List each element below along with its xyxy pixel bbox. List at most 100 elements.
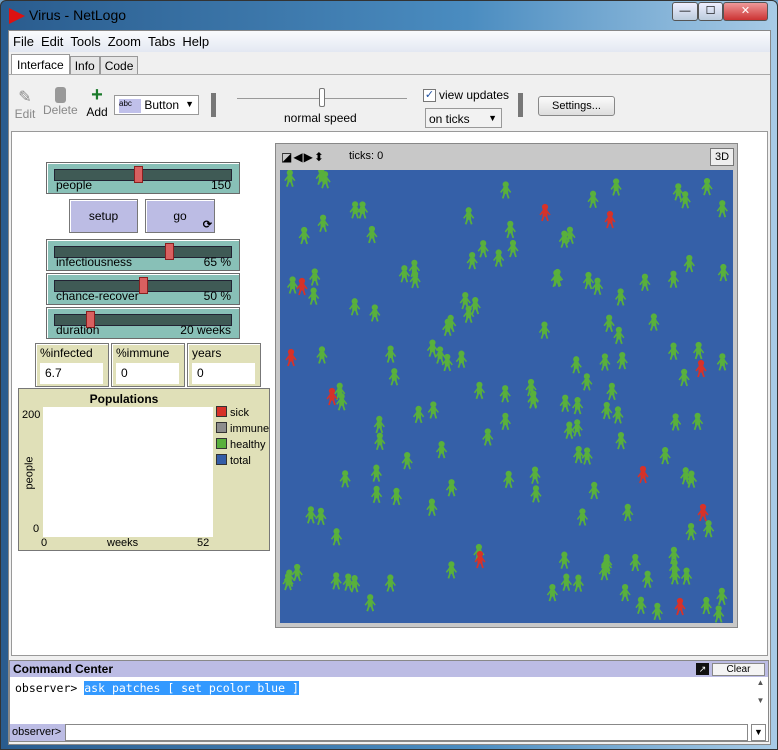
healthy-person: [659, 446, 671, 465]
healthy-person: [426, 498, 438, 516]
speed-slider-knob[interactable]: [319, 88, 325, 107]
immune-monitor: %immune 0: [111, 343, 185, 387]
healthy-person: [364, 594, 376, 612]
legend-item: healthy: [216, 438, 269, 454]
healthy-person: [412, 405, 425, 424]
zoom-icon[interactable]: ◪: [281, 150, 293, 164]
healthy-person: [499, 385, 511, 403]
tab-info[interactable]: Info: [69, 56, 100, 75]
healthy-person: [463, 305, 475, 323]
slider-knob[interactable]: [164, 243, 174, 260]
healthy-person: [716, 353, 728, 371]
add-label: Add: [86, 105, 108, 119]
command-input[interactable]: [65, 724, 748, 741]
setup-button[interactable]: setup: [69, 199, 138, 233]
healthy-person: [315, 507, 327, 526]
go-button[interactable]: go ⟳: [145, 199, 215, 233]
healthy-person: [591, 277, 604, 296]
infected-monitor: %infected 6.7: [35, 343, 109, 387]
healthy-person: [680, 567, 693, 585]
healthy-person: [435, 440, 448, 459]
healthy-person: [685, 522, 697, 541]
menu-file[interactable]: File: [9, 31, 37, 49]
sick-person: [326, 387, 338, 406]
expand-icon[interactable]: ↗: [696, 663, 709, 675]
healthy-person: [572, 574, 584, 592]
clear-button[interactable]: Clear: [712, 663, 765, 676]
healthy-person: [571, 396, 584, 415]
speed-slider[interactable]: [237, 88, 407, 107]
healthy-person: [648, 313, 660, 331]
menu-edit[interactable]: Edit: [37, 31, 66, 49]
history-dropdown-icon[interactable]: ▼: [751, 724, 766, 741]
menu-tools[interactable]: Tools: [66, 31, 103, 49]
healthy-person: [469, 296, 481, 315]
healthy-person: [384, 574, 396, 592]
edit-button[interactable]: ✎ Edit: [13, 87, 37, 121]
widget-type-select[interactable]: abc Button ▼: [114, 95, 199, 115]
update-mode-value: on ticks: [429, 112, 470, 126]
healthy-person: [455, 350, 468, 368]
slider-knob[interactable]: [133, 166, 143, 183]
healthy-person: [573, 445, 585, 464]
healthy-person: [286, 276, 299, 294]
chevron-down-icon: ▼: [488, 113, 497, 123]
infectiousness-slider[interactable]: infectiousness 65 %: [46, 239, 240, 271]
delete-button[interactable]: Delete: [43, 87, 78, 117]
healthy-person: [678, 368, 690, 387]
command-center-header: Command Center ↗ Clear: [10, 661, 768, 677]
healthy-person: [349, 298, 361, 316]
settings-button[interactable]: Settings...: [538, 96, 615, 116]
healthy-person: [599, 353, 611, 371]
slider-value: 50 %: [203, 289, 231, 303]
slider-knob[interactable]: [139, 277, 148, 294]
history-command[interactable]: ask patches [ set pcolor blue ]: [84, 681, 299, 695]
tab-interface[interactable]: Interface: [11, 54, 70, 75]
tab-code[interactable]: Code: [99, 56, 139, 75]
slider-label: chance-recover: [56, 289, 139, 303]
menu-zoom[interactable]: Zoom: [104, 31, 144, 49]
view-updates-checkbox[interactable]: ✓: [423, 89, 436, 102]
populations-plot: Populations 200 0 people 0 weeks 52 sick…: [18, 388, 270, 551]
maximize-button[interactable]: ☐: [698, 2, 723, 21]
healthy-person: [619, 583, 631, 602]
legend-item: total: [216, 454, 269, 470]
healthy-person: [588, 481, 600, 500]
healthy-person: [615, 431, 627, 450]
world-view: ◪◀▶⬍ ticks: 0 3D: [275, 143, 738, 628]
left-right-arrows-icon[interactable]: ◀▶: [293, 150, 313, 164]
healthy-person: [683, 254, 695, 273]
healthy-person: [670, 413, 682, 431]
healthy-person: [373, 415, 385, 434]
chance-recover-slider[interactable]: chance-recover 50 %: [46, 273, 240, 305]
3d-button[interactable]: 3D: [710, 148, 734, 166]
slider-value: 20 weeks: [180, 323, 231, 337]
healthy-person: [582, 271, 595, 290]
trash-icon: [54, 87, 66, 103]
minimize-button[interactable]: —: [672, 2, 698, 21]
healthy-person: [716, 200, 728, 218]
monitor-label: %infected: [40, 346, 93, 360]
healthy-person: [388, 368, 400, 386]
healthy-person: [610, 178, 622, 196]
sick-person: [285, 348, 297, 367]
up-down-arrows-icon[interactable]: ⬍: [314, 150, 325, 164]
menu-tabs[interactable]: Tabs: [144, 31, 178, 49]
close-button[interactable]: ✕: [723, 2, 768, 21]
window-title: Virus - NetLogo: [29, 7, 127, 23]
healthy-person: [369, 304, 381, 322]
healthy-person: [463, 207, 475, 225]
history-scrollbar[interactable]: ▲ ▼: [753, 678, 768, 724]
monitor-label: %immune: [116, 346, 170, 360]
world-canvas[interactable]: [280, 170, 733, 623]
duration-slider[interactable]: duration 20 weeks: [46, 307, 240, 339]
people-slider[interactable]: people 150: [46, 162, 240, 194]
update-mode-select[interactable]: on ticks ▼: [425, 108, 502, 128]
command-center-title: Command Center: [13, 662, 114, 676]
menu-help[interactable]: Help: [178, 31, 212, 49]
legend-label: sick: [230, 407, 249, 419]
command-history: observer> ask patches [ set pcolor blue …: [10, 678, 755, 724]
add-button[interactable]: + Add: [85, 85, 109, 119]
legend-item: sick: [216, 406, 269, 422]
healthy-person: [700, 596, 712, 615]
